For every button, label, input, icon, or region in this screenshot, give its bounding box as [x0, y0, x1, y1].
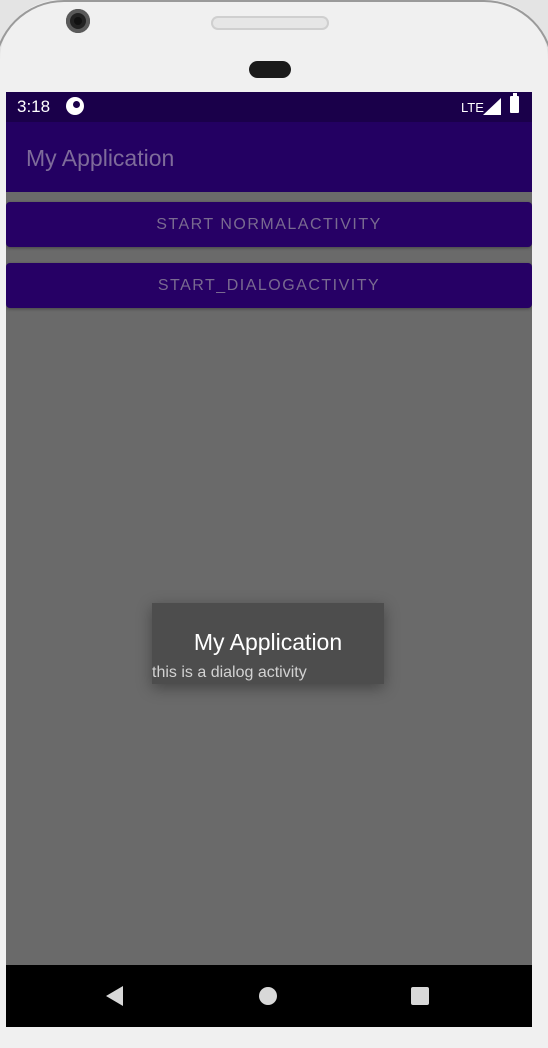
dialog-title: My Application	[193, 629, 343, 655]
earpiece-speaker	[211, 16, 329, 30]
app-title: My Application	[26, 145, 175, 171]
start-dialog-activity-button[interactable]: START_DIALOGACTIVITY	[6, 263, 532, 308]
content-area: START NORMALACTIVITY START_DIALOGACTIVIT…	[6, 192, 532, 965]
phone-frame: 3:18 LTE My Application START NORMALACTI…	[0, 0, 548, 1048]
screen: 3:18 LTE My Application START NORMALACTI…	[6, 92, 532, 1027]
status-bar: 3:18 LTE	[6, 92, 532, 122]
back-icon[interactable]	[106, 986, 123, 1006]
status-time: 3:18	[17, 97, 51, 116]
signal-icon	[483, 98, 501, 115]
recents-icon[interactable]	[411, 987, 429, 1005]
home-icon[interactable]	[259, 987, 277, 1005]
navigation-bar	[6, 965, 532, 1027]
network-type: LTE	[461, 100, 484, 115]
start-normal-activity-button[interactable]: START NORMALACTIVITY	[6, 202, 532, 247]
proximity-sensor	[249, 61, 291, 78]
dialog-message: this is a dialog activity	[152, 664, 307, 681]
dialog-activity: My Application this is a dialog activity	[152, 603, 384, 684]
battery-icon	[510, 93, 519, 113]
front-camera	[66, 9, 90, 33]
app-notification-icon	[66, 97, 84, 115]
app-bar: My Application	[6, 122, 532, 192]
